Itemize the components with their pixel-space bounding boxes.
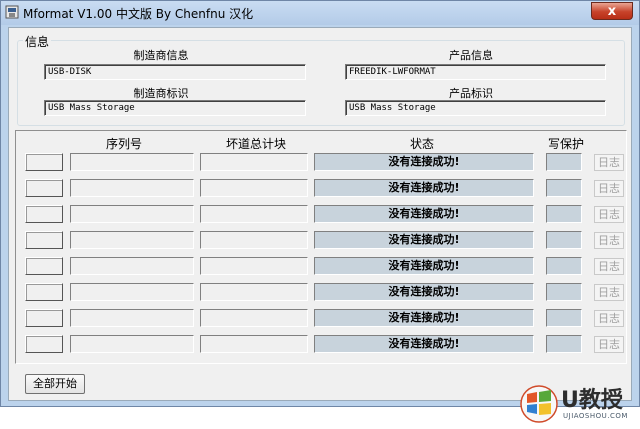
manufacturer-info-field: USB-DISK (44, 64, 306, 80)
status-column-header: 状态 (409, 137, 434, 151)
device-row: 没有连接成功! 日志 (16, 281, 626, 303)
product-id-field: USB Mass Storage (345, 100, 606, 116)
device-select-button[interactable] (25, 335, 63, 353)
device-row: 没有连接成功! 日志 (16, 177, 626, 199)
status-field: 没有连接成功! (314, 309, 534, 327)
start-all-button[interactable]: 全部开始 (25, 374, 85, 394)
device-row: 没有连接成功! 日志 (16, 255, 626, 277)
log-button[interactable]: 日志 (594, 310, 624, 327)
status-field: 没有连接成功! (314, 257, 534, 275)
bad-blocks-field (200, 153, 308, 171)
bad-blocks-field (200, 283, 308, 301)
manufacturer-id-label: 制造商标识 (133, 87, 189, 100)
status-field: 没有连接成功! (314, 153, 534, 171)
title-bar[interactable]: Mformat V1.00 中文版 By Chenfnu 汉化 x (1, 1, 639, 25)
serial-number-field (70, 231, 194, 249)
serial-number-field (70, 335, 194, 353)
product-info-field: FREEDIK-LWFORMAT (345, 64, 606, 80)
log-button[interactable]: 日志 (594, 180, 624, 197)
serial-number-field (70, 283, 194, 301)
device-row: 没有连接成功! 日志 (16, 203, 626, 225)
status-field: 没有连接成功! (314, 283, 534, 301)
windows-flag-icon (520, 385, 558, 423)
log-button[interactable]: 日志 (594, 336, 624, 353)
manufacturer-info-label: 制造商信息 (133, 49, 189, 62)
device-row: 没有连接成功! 日志 (16, 151, 626, 173)
device-row: 没有连接成功! 日志 (16, 333, 626, 355)
product-info-label: 产品信息 (449, 49, 493, 62)
device-select-button[interactable] (25, 179, 63, 197)
device-select-button[interactable] (25, 257, 63, 275)
watermark-logo: U教授 UJIAOSHOU.COM (517, 376, 640, 426)
log-button[interactable]: 日志 (594, 206, 624, 223)
close-button[interactable]: x (591, 2, 633, 20)
bad-blocks-field (200, 335, 308, 353)
info-group-title: 信息 (23, 33, 52, 50)
bad-blocks-field (200, 179, 308, 197)
bad-blocks-field (200, 309, 308, 327)
write-protect-field (546, 309, 582, 327)
status-field: 没有连接成功! (314, 205, 534, 223)
serial-number-field (70, 257, 194, 275)
log-button[interactable]: 日志 (594, 284, 624, 301)
watermark-text: U教授 (561, 388, 623, 413)
device-row: 没有连接成功! 日志 (16, 307, 626, 329)
window-title: Mformat V1.00 中文版 By Chenfnu 汉化 (23, 7, 254, 21)
serial-number-field (70, 309, 194, 327)
serial-number-field (70, 153, 194, 171)
app-window: Mformat V1.00 中文版 By Chenfnu 汉化 x 信息 制造商… (0, 0, 640, 423)
app-icon (5, 5, 19, 19)
write-protect-field (546, 257, 582, 275)
bad-blocks-field (200, 205, 308, 223)
device-row: 没有连接成功! 日志 (16, 229, 626, 251)
client-area: 信息 制造商信息 USB-DISK 产品信息 FREEDIK-LWFORMAT … (8, 27, 632, 423)
serial-number-field (70, 179, 194, 197)
bad-blocks-field (200, 231, 308, 249)
status-field: 没有连接成功! (314, 231, 534, 249)
device-panel: 序列号 坏道总计块 状态 写保护 没有连接成功! 日志 没有连接成功! 日志 没有连接成… (15, 130, 627, 364)
write-protect-field (546, 283, 582, 301)
log-button[interactable]: 日志 (594, 232, 624, 249)
write-protect-field (546, 179, 582, 197)
log-button[interactable]: 日志 (594, 154, 624, 171)
log-button[interactable]: 日志 (594, 258, 624, 275)
write-protect-column-header: 写保护 (547, 137, 584, 151)
product-id-label: 产品标识 (449, 87, 493, 100)
device-select-button[interactable] (25, 205, 63, 223)
watermark-subtext: UJIAOSHOU.COM (563, 412, 628, 420)
close-icon: x (607, 4, 617, 19)
bad-blocks-column-header: 坏道总计块 (225, 137, 286, 151)
serial-number-field (70, 205, 194, 223)
write-protect-field (546, 335, 582, 353)
manufacturer-id-field: USB Mass Storage (44, 100, 306, 116)
device-select-button[interactable] (25, 231, 63, 249)
status-field: 没有连接成功! (314, 179, 534, 197)
device-select-button[interactable] (25, 283, 63, 301)
write-protect-field (546, 205, 582, 223)
status-field: 没有连接成功! (314, 335, 534, 353)
device-select-button[interactable] (25, 309, 63, 327)
bad-blocks-field (200, 257, 308, 275)
device-select-button[interactable] (25, 153, 63, 171)
write-protect-field (546, 231, 582, 249)
info-group: 信息 制造商信息 USB-DISK 产品信息 FREEDIK-LWFORMAT … (17, 33, 625, 126)
write-protect-field (546, 153, 582, 171)
serial-column-header: 序列号 (105, 137, 142, 151)
